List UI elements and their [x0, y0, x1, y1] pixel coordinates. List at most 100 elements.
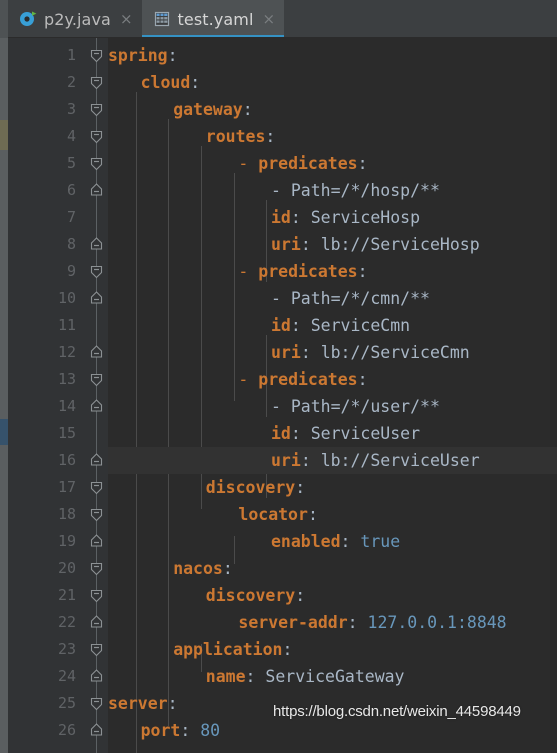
code-token: port	[140, 721, 181, 740]
code-surface[interactable]: spring: cloud: gateway: routes: - predicates…	[108, 38, 557, 753]
code-line[interactable]: - predicates:	[108, 150, 557, 177]
code-line[interactable]: cloud:	[108, 69, 557, 96]
fold-region-end-icon[interactable]	[87, 285, 106, 312]
code-line[interactable]: gateway:	[108, 96, 557, 123]
tab-p2y-java[interactable]: p2y.java ×	[8, 0, 142, 38]
code-token: :	[167, 46, 178, 65]
line-number-gutter[interactable]: 1 2 3 4 5 6 7 8 9 10 11 12 13 14 15 16 17 18 19 20 21 22 23 24 2…	[8, 38, 86, 753]
line-number: 22	[57, 613, 76, 631]
code-token: :	[295, 478, 306, 497]
fold-region-end-icon[interactable]	[87, 231, 106, 258]
code-token: name	[205, 667, 246, 686]
code-token: :	[180, 721, 201, 740]
code-token: 127.0.0.1:8848	[367, 613, 507, 632]
fold-region-start-icon[interactable]	[87, 258, 106, 285]
code-token: Path=/*/hosp/**	[290, 181, 440, 200]
fold-region-end-icon[interactable]	[87, 528, 106, 555]
yaml-table-icon	[153, 10, 171, 28]
code-line[interactable]: name: ServiceGateway	[108, 663, 557, 690]
fold-region-start-icon[interactable]	[87, 96, 106, 123]
tab-label: test.yaml	[177, 9, 254, 29]
code-token: :	[340, 532, 361, 551]
fold-region-start-icon[interactable]	[87, 42, 106, 69]
code-line[interactable]: uri: lb://ServiceUser	[108, 447, 557, 474]
code-token: server-addr	[238, 613, 348, 632]
code-token: lb://ServiceHosp	[320, 235, 480, 254]
line-number: 14	[57, 397, 76, 415]
code-line[interactable]: discovery:	[108, 474, 557, 501]
code-line[interactable]: - predicates:	[108, 258, 557, 285]
code-line[interactable]: enabled: true	[108, 528, 557, 555]
java-class-icon	[19, 10, 37, 28]
code-token: :	[222, 559, 233, 578]
code-token: uri	[271, 343, 301, 362]
annotation-stripe[interactable]	[0, 38, 8, 753]
fold-region-end-icon[interactable]	[87, 717, 106, 744]
line-number: 5	[66, 154, 76, 172]
line-number: 26	[57, 721, 76, 739]
line-number: 3	[66, 100, 76, 118]
code-token: ServiceHosp	[310, 208, 421, 227]
code-line[interactable]: server-addr: 127.0.0.1:8848	[108, 609, 557, 636]
code-token: Path=/*/user/**	[290, 397, 440, 416]
code-line[interactable]: spring:	[108, 42, 557, 69]
line-number: 11	[57, 316, 76, 334]
tab-test-yaml[interactable]: test.yaml ×	[141, 0, 285, 38]
code-line[interactable]: - Path=/*/user/**	[108, 393, 557, 420]
fold-region-end-icon[interactable]	[87, 393, 106, 420]
fold-region-start-icon[interactable]	[87, 123, 106, 150]
close-icon[interactable]: ×	[120, 11, 133, 27]
code-token: :	[290, 316, 311, 335]
code-line[interactable]: - Path=/*/hosp/**	[108, 177, 557, 204]
fold-region-start-icon[interactable]	[87, 582, 106, 609]
stripe-marker[interactable]	[0, 419, 8, 445]
code-line[interactable]: id: ServiceCmn	[108, 312, 557, 339]
code-token: gateway	[173, 100, 243, 119]
code-line[interactable]: routes:	[108, 123, 557, 150]
code-token: :	[307, 505, 318, 524]
code-token: predicates	[258, 262, 358, 281]
code-line[interactable]: locator:	[108, 501, 557, 528]
fold-region-start-icon[interactable]	[87, 501, 106, 528]
fold-region-end-icon[interactable]	[87, 339, 106, 366]
code-token: server	[108, 694, 168, 713]
code-token: :	[295, 586, 306, 605]
code-line[interactable]: discovery:	[108, 582, 557, 609]
code-line[interactable]: uri: lb://ServiceCmn	[108, 339, 557, 366]
tab-bar-left-edge	[0, 0, 8, 38]
code-token: :	[190, 73, 201, 92]
stripe-marker[interactable]	[0, 120, 8, 150]
code-line[interactable]: id: ServiceUser	[108, 420, 557, 447]
code-line[interactable]: - Path=/*/cmn/**	[108, 285, 557, 312]
fold-region-end-icon[interactable]	[87, 447, 106, 474]
fold-region-start-icon[interactable]	[87, 366, 106, 393]
code-line[interactable]: uri: lb://ServiceHosp	[108, 231, 557, 258]
code-token: :	[242, 100, 253, 119]
code-line[interactable]: - predicates:	[108, 366, 557, 393]
code-token: true	[360, 532, 401, 551]
fold-region-end-icon[interactable]	[87, 177, 106, 204]
fold-region-start-icon[interactable]	[87, 555, 106, 582]
code-line[interactable]: id: ServiceHosp	[108, 204, 557, 231]
watermark-url: https://blog.csdn.net/weixin_44598449	[273, 703, 521, 720]
fold-region-end-icon[interactable]	[87, 609, 106, 636]
code-line[interactable]: application:	[108, 636, 557, 663]
fold-region-start-icon[interactable]	[87, 474, 106, 501]
fold-region-start-icon[interactable]	[87, 69, 106, 96]
code-token: ServiceCmn	[310, 316, 411, 335]
line-number: 19	[57, 532, 76, 550]
fold-region-start-icon[interactable]	[87, 690, 106, 717]
code-editor[interactable]: 1 2 3 4 5 6 7 8 9 10 11 12 13 14 15 16 17 18 19 20 21 22 23 24 2…	[0, 38, 557, 753]
code-token: :	[290, 424, 311, 443]
code-folding-gutter[interactable]	[86, 38, 108, 753]
code-line[interactable]: port: 80	[108, 717, 557, 744]
fold-region-start-icon[interactable]	[87, 636, 106, 663]
line-number: 23	[57, 640, 76, 658]
close-icon[interactable]: ×	[263, 11, 276, 27]
code-token: :	[282, 640, 293, 659]
line-number: 7	[66, 208, 76, 226]
fold-region-start-icon[interactable]	[87, 150, 106, 177]
fold-region-end-icon[interactable]	[87, 663, 106, 690]
code-token: :	[357, 154, 368, 173]
code-line[interactable]: nacos:	[108, 555, 557, 582]
